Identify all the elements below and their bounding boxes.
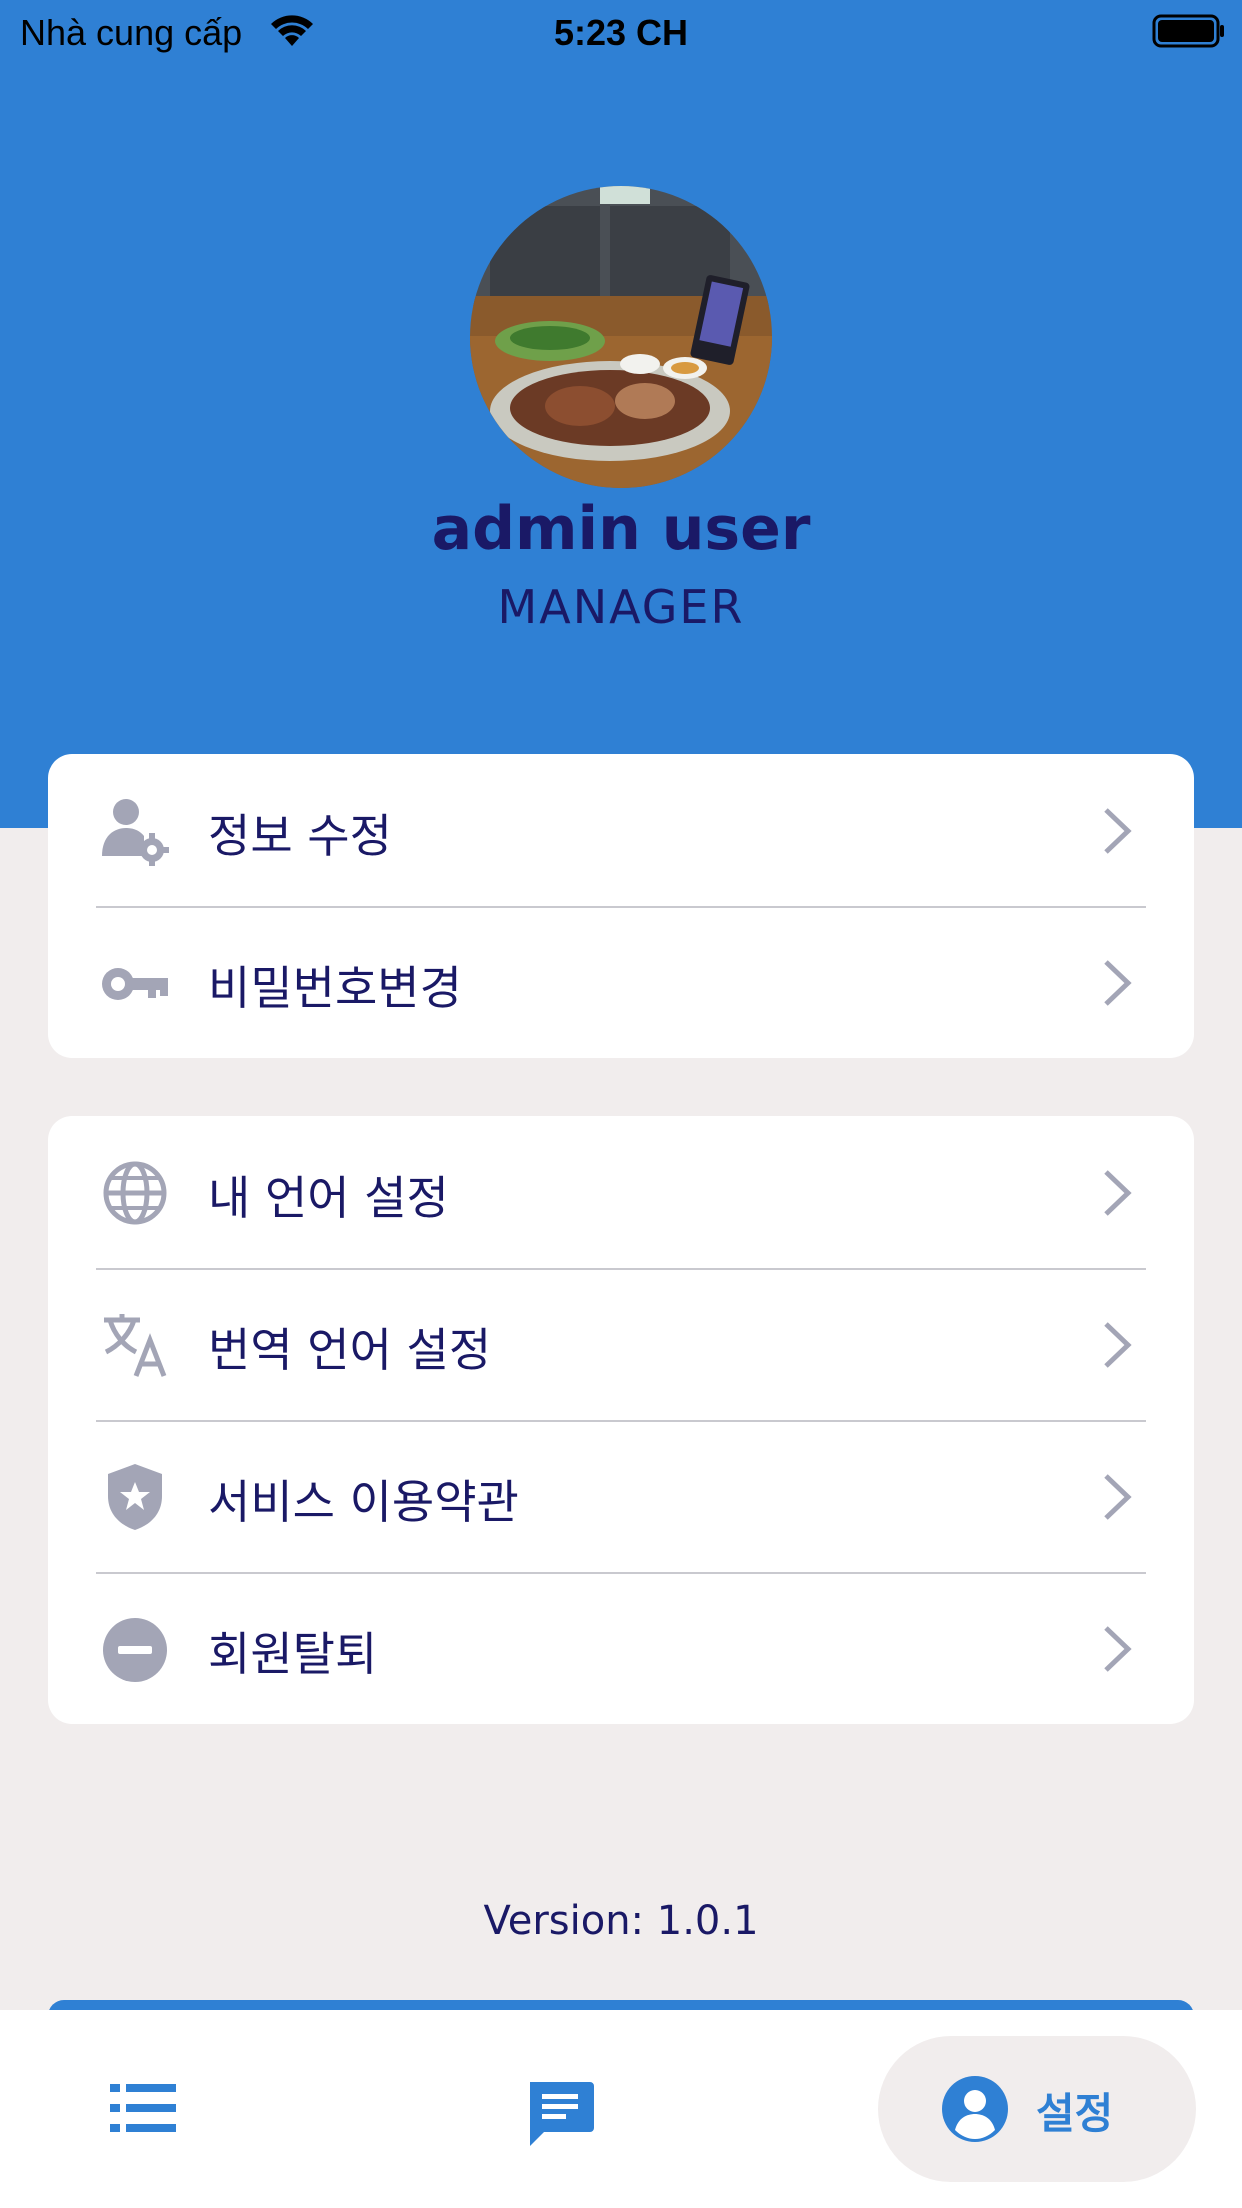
edit-profile-item[interactable]: 정보 수정 [48,754,1194,906]
my-language-item[interactable]: 내 언어 설정 [48,1116,1194,1268]
settings-menu-card: 내 언어 설정 번역 언어 설정 서비스 이용약관 회원탈퇴 [48,1116,1194,1724]
user-gear-icon [100,796,170,866]
tab-settings[interactable]: 설정 [878,2036,1196,2182]
shield-star-icon [100,1462,170,1532]
key-icon [100,948,170,1018]
edit-profile-label: 정보 수정 [208,809,392,863]
globe-icon [100,1158,170,1228]
tab-bar: 설정 [0,2010,1242,2208]
chevron-right-icon [1098,1320,1134,1370]
tab-settings-label: 설정 [1036,2089,1114,2138]
translate-icon [100,1310,170,1380]
clock-label: 5:23 CH [553,12,689,53]
chevron-right-icon [1098,958,1134,1008]
account-menu-card: 정보 수정 비밀번호변경 [48,754,1194,1058]
my-language-label: 내 언어 설정 [208,1171,449,1225]
chat-icon[interactable] [524,2078,596,2150]
app-version: Version: 1.0.1 [483,1898,759,1944]
chevron-right-icon [1098,806,1134,856]
account-icon [940,2074,1010,2144]
change-password-label: 비밀번호변경 [208,961,462,1015]
chevron-right-icon [1098,1168,1134,1218]
battery-icon [1152,14,1226,57]
minus-circle-icon [100,1614,170,1684]
terms-of-service-item[interactable]: 서비스 이용약관 [48,1420,1194,1572]
chevron-right-icon [1098,1472,1134,1522]
status-bar: Nhà cung cấp 5:23 CH [0,0,1242,64]
avatar[interactable] [470,186,772,488]
translation-language-label: 번역 언어 설정 [208,1323,492,1377]
user-name: admin user [431,494,811,564]
user-role: MANAGER [497,580,745,634]
translation-language-item[interactable]: 번역 언어 설정 [48,1268,1194,1420]
change-password-item[interactable]: 비밀번호변경 [48,906,1194,1058]
terms-of-service-label: 서비스 이용약관 [208,1475,519,1529]
list-icon[interactable] [110,2082,176,2134]
withdraw-membership-label: 회원탈퇴 [208,1627,378,1681]
withdraw-membership-item[interactable]: 회원탈퇴 [48,1572,1194,1724]
chevron-right-icon [1098,1624,1134,1674]
